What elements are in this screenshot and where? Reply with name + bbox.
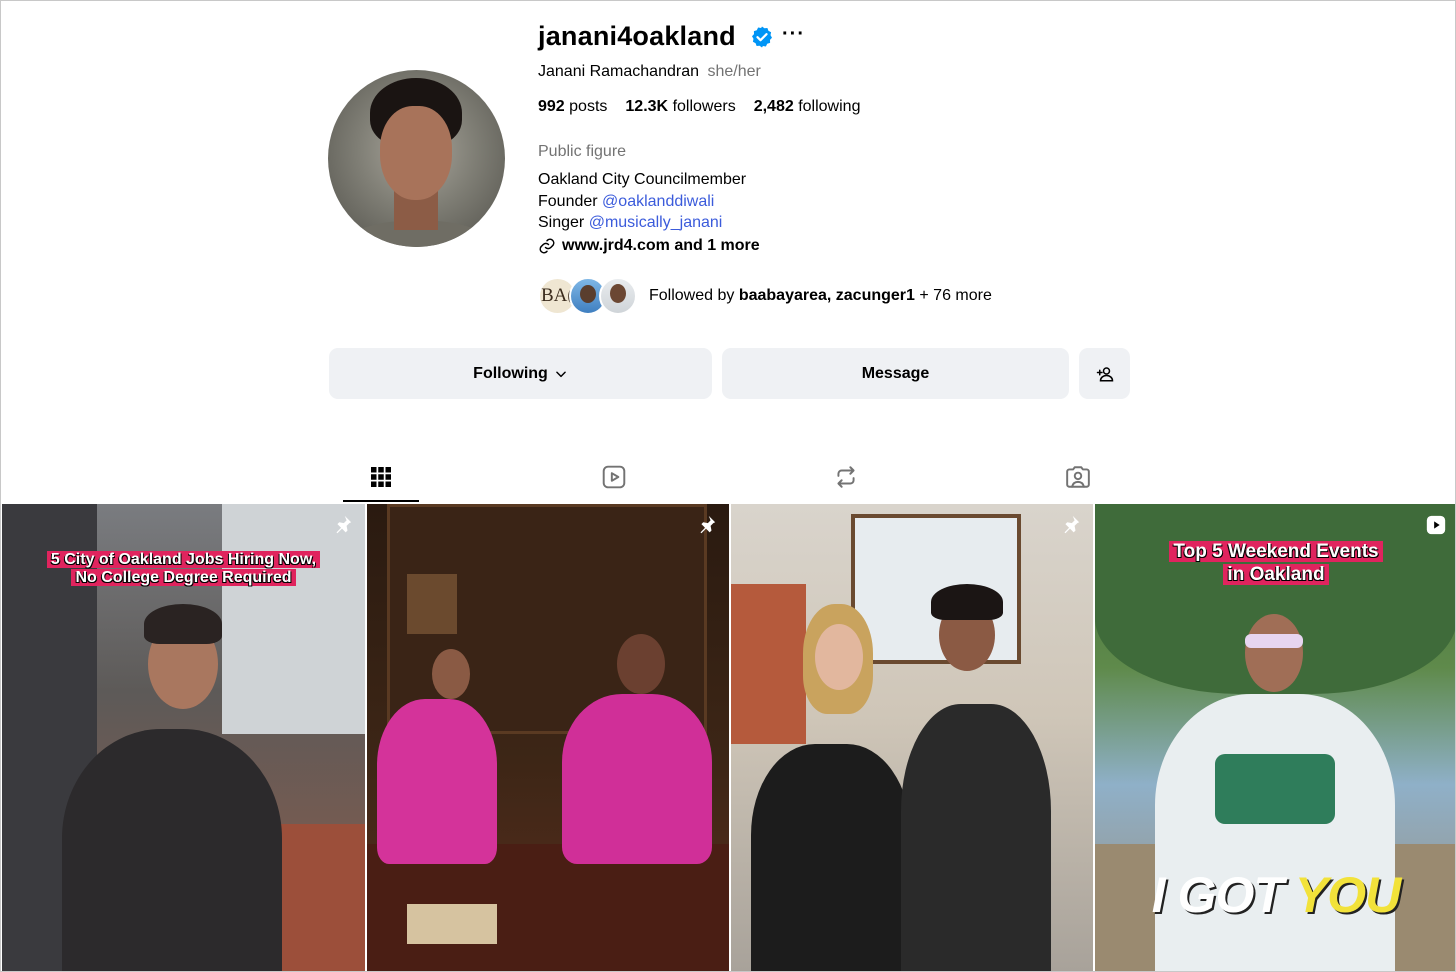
bio-line-3-prefix: Singer [538, 214, 585, 231]
tagged-icon [1066, 466, 1090, 488]
post-4-overlay-text: I GOT YOU [1095, 866, 1455, 924]
overlay-yellow-text: YOU [1294, 867, 1401, 923]
person-1-suit [377, 699, 497, 864]
followers-count: 12.3K [625, 98, 669, 115]
chevron-down-icon [556, 371, 566, 377]
mention-oaklanddiwali[interactable]: @oaklanddiwali [602, 193, 714, 210]
window-background [222, 504, 365, 734]
pin-icon [700, 515, 716, 534]
post-tile-4[interactable]: Top 5 Weekend Events in Oakland I GOT YO… [1095, 504, 1455, 971]
following-button-label: Following [473, 364, 548, 382]
person-2-face [617, 634, 665, 694]
following-stat[interactable]: 2,482 following [754, 98, 861, 116]
person-2-hair [931, 584, 1003, 620]
followers-stat[interactable]: 12.3K followers [625, 98, 735, 116]
tab-tagged[interactable] [1040, 455, 1116, 499]
avatar-face [380, 106, 452, 200]
profile-page: janani4oakland ··· Janani Ramachandran s… [0, 0, 1456, 972]
person-hair [144, 604, 222, 644]
brick-wall [272, 824, 365, 971]
bio-line-1: Oakland City Councilmember [538, 171, 747, 188]
followed-by-prefix: Followed by [649, 287, 735, 304]
profile-links[interactable]: www.jrd4.com and 1 more [538, 237, 760, 255]
active-tab-indicator [343, 500, 419, 502]
repost-icon [837, 466, 855, 488]
follower-avatar-3 [599, 277, 637, 315]
message-button[interactable]: Message [722, 348, 1069, 399]
window [851, 514, 1021, 664]
verified-badge-icon [752, 26, 772, 48]
pronouns: she/her [707, 63, 761, 80]
tab-reels[interactable] [576, 455, 652, 499]
profile-stats: 992 posts 12.3K followers 2,482 followin… [538, 98, 860, 116]
add-user-icon [1096, 366, 1113, 381]
post-tile-3[interactable] [731, 504, 1093, 971]
username: janani4oakland [538, 21, 736, 51]
posts-label: posts [569, 98, 608, 115]
followers-label: followers [672, 98, 736, 115]
post-tile-2[interactable] [367, 504, 729, 971]
bio-line-2-prefix: Founder [538, 192, 598, 210]
followed-by-text: Followed by baabayarea, zacunger1 + 76 m… [649, 287, 992, 305]
sunglasses [1245, 634, 1303, 648]
grid-icon [371, 467, 391, 487]
posts-stat: 992 posts [538, 98, 607, 116]
pin-icon [336, 515, 352, 534]
person-1-face [432, 649, 470, 699]
bio-line-2: Founder @oaklanddiwali [538, 191, 746, 213]
message-button-label: Message [861, 364, 930, 382]
person-dress [62, 729, 282, 971]
person-jersey [1155, 694, 1395, 971]
person-1-face [815, 624, 863, 690]
overlay-white-text: I GOT [1151, 867, 1295, 923]
reels-icon [602, 465, 626, 489]
following-count: 2,482 [753, 98, 794, 115]
following-button[interactable]: Following [329, 348, 712, 399]
mention-musically-janani[interactable]: @musically_janani [589, 214, 723, 231]
nameplate [407, 904, 497, 944]
pin-icon [1064, 515, 1080, 534]
post-4-caption-line-2: in Oakland [1223, 564, 1329, 585]
post-4-caption-line-1: Top 5 Weekend Events [1169, 541, 1383, 562]
person-2-outfit [901, 704, 1051, 971]
profile-avatar[interactable] [328, 70, 505, 247]
full-name-text: Janani Ramachandran [538, 63, 699, 80]
posts-grid: 5 City of Oakland Jobs Hiring Now, No Co… [2, 504, 1455, 971]
person-1-outfit [751, 744, 911, 971]
full-name: Janani Ramachandran she/her [538, 63, 761, 81]
options-button[interactable]: ··· [782, 23, 805, 46]
bio-line-3: Singer @musically_janani [538, 212, 746, 234]
person-2-suit [562, 694, 712, 864]
link-icon [539, 238, 555, 254]
post-1-caption-line-1: 5 City of Oakland Jobs Hiring Now, [46, 551, 321, 568]
post-tile-1[interactable]: 5 City of Oakland Jobs Hiring Now, No Co… [2, 504, 365, 971]
link-text: www.jrd4.com and 1 more [562, 237, 760, 254]
post-4-caption: Top 5 Weekend Events in Oakland [1095, 540, 1455, 586]
profile-bio: Oakland City Councilmember Founder @oakl… [538, 169, 746, 234]
books [407, 574, 457, 634]
reel-icon [1426, 515, 1446, 535]
person-face [1245, 614, 1303, 692]
suggested-users-button[interactable] [1079, 348, 1130, 399]
followed-by-names: baabayarea, zacunger1 [738, 287, 915, 304]
posts-count: 992 [538, 98, 565, 115]
tab-posts[interactable] [343, 455, 419, 499]
profile-category: Public figure [538, 143, 627, 160]
followed-by[interactable]: BA( Followed by baabayarea, zacunger1 + … [538, 277, 992, 315]
post-1-caption-line-2: No College Degree Required [71, 569, 296, 586]
post-1-caption: 5 City of Oakland Jobs Hiring Now, No Co… [2, 551, 365, 587]
painting [731, 584, 806, 744]
following-label: following [798, 98, 861, 115]
tab-reposts[interactable] [808, 455, 884, 499]
followed-by-suffix: + 76 more [919, 287, 992, 304]
jersey-number [1215, 754, 1335, 824]
